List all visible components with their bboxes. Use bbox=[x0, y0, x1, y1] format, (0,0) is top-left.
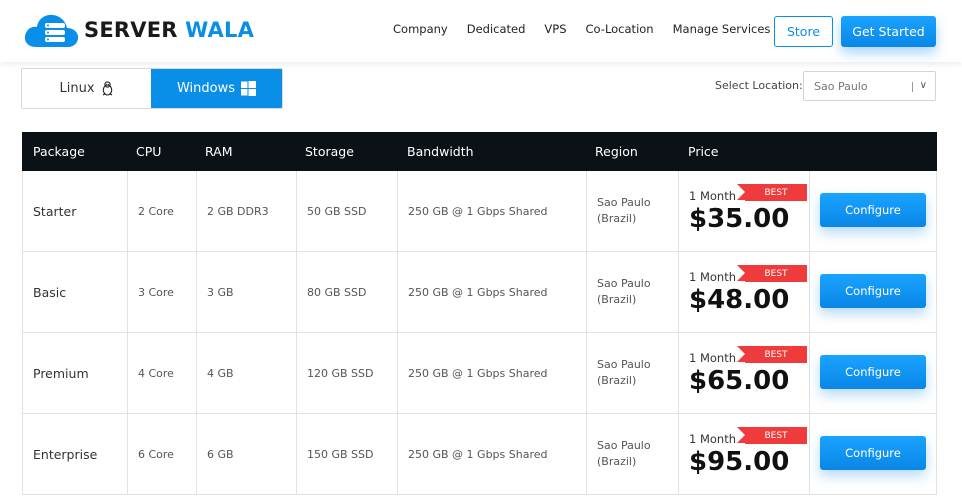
cell-region: Sao Paulo (Brazil) bbox=[587, 171, 679, 251]
nav-dedicated[interactable]: Dedicated bbox=[467, 22, 526, 36]
tab-windows-label: Windows bbox=[176, 81, 236, 96]
tab-linux-label: Linux bbox=[59, 81, 95, 96]
term-label: 1 Month bbox=[689, 431, 737, 446]
cell-price: 1 Month BEST $35.00 bbox=[679, 171, 810, 251]
site-header: SERVER WALA Company Dedicated VPS Co-Loc… bbox=[0, 0, 962, 62]
region-country: (Brazil) bbox=[597, 293, 637, 306]
pricing-table: Package CPU RAM Storage Bandwidth Region… bbox=[22, 132, 937, 495]
price-term: 1 Month BEST bbox=[689, 346, 808, 365]
term-label: 1 Month bbox=[689, 269, 737, 284]
cell-cpu: 4 Core bbox=[128, 333, 197, 413]
best-badge: BEST bbox=[737, 427, 808, 444]
table-header: Package CPU RAM Storage Bandwidth Region… bbox=[22, 132, 937, 171]
select-divider bbox=[912, 82, 913, 92]
cell-ram: 2 GB DDR3 bbox=[197, 171, 297, 251]
location-selected-value: Sao Paulo bbox=[814, 79, 868, 93]
store-button[interactable]: Store bbox=[774, 16, 833, 47]
cell-bandwidth: 250 GB @ 1 Gbps Shared bbox=[398, 252, 587, 332]
table-row: Enterprise 6 Core 6 GB 150 GB SSD 250 GB @ 1… bbox=[22, 414, 937, 495]
best-badge: BEST bbox=[737, 184, 808, 201]
cell-region: Sao Paulo (Brazil) bbox=[587, 333, 679, 413]
price-term: 1 Month BEST bbox=[689, 184, 808, 203]
configure-button[interactable]: Configure bbox=[820, 355, 926, 389]
cell-bandwidth: 250 GB @ 1 Gbps Shared bbox=[398, 333, 587, 413]
cell-storage: 50 GB SSD bbox=[297, 171, 398, 251]
main-nav: Company Dedicated VPS Co-Location Manage… bbox=[393, 22, 789, 36]
cell-region: Sao Paulo (Brazil) bbox=[587, 252, 679, 332]
nav-co-location[interactable]: Co-Location bbox=[586, 22, 654, 36]
region-country: (Brazil) bbox=[597, 455, 637, 468]
configure-button[interactable]: Configure bbox=[820, 274, 926, 308]
region-city: Sao Paulo bbox=[597, 277, 651, 290]
cell-bandwidth: 250 GB @ 1 Gbps Shared bbox=[398, 414, 587, 494]
os-toggle: Linux Windows bbox=[21, 68, 283, 109]
cell-price: 1 Month BEST $95.00 bbox=[679, 414, 810, 494]
cell-ram: 4 GB bbox=[197, 333, 297, 413]
configure-button[interactable]: Configure bbox=[820, 193, 926, 227]
cell-price: 1 Month BEST $48.00 bbox=[679, 252, 810, 332]
chevron-down-icon: ∨ bbox=[919, 80, 927, 91]
cell-package: Basic bbox=[23, 252, 128, 332]
cell-bandwidth: 250 GB @ 1 Gbps Shared bbox=[398, 171, 587, 251]
tab-linux[interactable]: Linux bbox=[22, 69, 151, 108]
price-term: 1 Month BEST bbox=[689, 265, 808, 284]
term-label: 1 Month bbox=[689, 350, 737, 365]
header-region: Region bbox=[595, 144, 638, 159]
nav-company[interactable]: Company bbox=[393, 22, 448, 36]
cell-ram: 6 GB bbox=[197, 414, 297, 494]
nav-vps[interactable]: VPS bbox=[544, 22, 566, 36]
price-amount: $48.00 bbox=[689, 284, 790, 315]
cell-cpu: 2 Core bbox=[128, 171, 197, 251]
cell-storage: 120 GB SSD bbox=[297, 333, 398, 413]
cloud-server-icon bbox=[24, 14, 79, 48]
cell-storage: 150 GB SSD bbox=[297, 414, 398, 494]
header-cpu: CPU bbox=[136, 144, 162, 159]
cell-price: 1 Month BEST $65.00 bbox=[679, 333, 810, 413]
configure-button[interactable]: Configure bbox=[820, 436, 926, 470]
term-label: 1 Month bbox=[689, 188, 737, 203]
cell-cpu: 3 Core bbox=[128, 252, 197, 332]
header-storage: Storage bbox=[305, 144, 354, 159]
table-row: Premium 4 Core 4 GB 120 GB SSD 250 GB @ 1 Gb… bbox=[22, 333, 937, 414]
brand-logo[interactable]: SERVER WALA bbox=[22, 11, 254, 49]
header-bandwidth: Bandwidth bbox=[407, 144, 474, 159]
region-country: (Brazil) bbox=[597, 212, 637, 225]
best-badge: BEST bbox=[737, 346, 808, 363]
region-city: Sao Paulo bbox=[597, 439, 651, 452]
table-row: Starter 2 Core 2 GB DDR3 50 GB SSD 250 GB @ … bbox=[22, 171, 937, 252]
cell-storage: 80 GB SSD bbox=[297, 252, 398, 332]
brand-name: SERVER WALA bbox=[84, 18, 254, 42]
cell-package: Starter bbox=[23, 171, 128, 251]
windows-logo-icon bbox=[241, 81, 257, 96]
header-price: Price bbox=[688, 144, 719, 159]
nav-manage-services[interactable]: Manage Services bbox=[673, 22, 771, 36]
cell-package: Premium bbox=[23, 333, 128, 413]
brand-name-part2: WALA bbox=[185, 18, 255, 42]
region-country: (Brazil) bbox=[597, 374, 637, 387]
tab-windows[interactable]: Windows bbox=[151, 69, 282, 108]
price-amount: $35.00 bbox=[689, 203, 790, 234]
table-row: Basic 3 Core 3 GB 80 GB SSD 250 GB @ 1 Gbps … bbox=[22, 252, 937, 333]
price-amount: $65.00 bbox=[689, 365, 790, 396]
cell-package: Enterprise bbox=[23, 414, 128, 494]
header-package: Package bbox=[33, 144, 85, 159]
brand-name-part1: SERVER bbox=[84, 18, 178, 42]
region-city: Sao Paulo bbox=[597, 358, 651, 371]
price-amount: $95.00 bbox=[689, 446, 790, 477]
region-city: Sao Paulo bbox=[597, 196, 651, 209]
location-label: Select Location: bbox=[715, 79, 803, 92]
cell-cpu: 6 Core bbox=[128, 414, 197, 494]
cell-ram: 3 GB bbox=[197, 252, 297, 332]
get-started-button[interactable]: Get Started bbox=[841, 16, 936, 47]
header-ram: RAM bbox=[205, 144, 233, 159]
table-body: Starter 2 Core 2 GB DDR3 50 GB SSD 250 GB @ … bbox=[22, 171, 937, 495]
best-badge: BEST bbox=[737, 265, 808, 282]
price-term: 1 Month BEST bbox=[689, 427, 808, 446]
location-select[interactable]: Sao Paulo ∨ bbox=[803, 71, 936, 101]
cell-region: Sao Paulo (Brazil) bbox=[587, 414, 679, 494]
linux-penguin-icon bbox=[102, 81, 112, 96]
